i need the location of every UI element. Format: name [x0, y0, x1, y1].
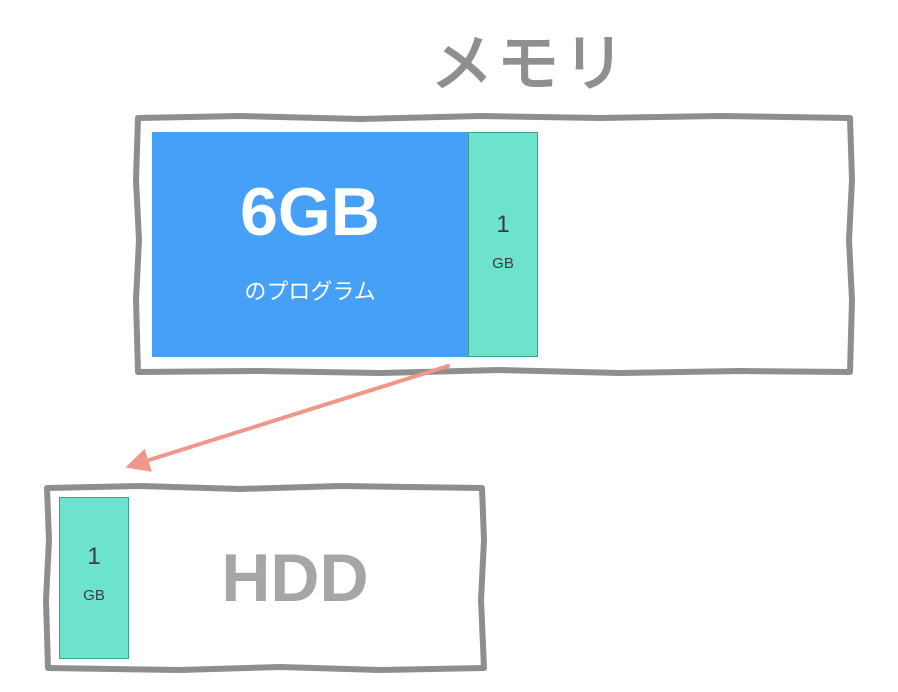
memory-chunk-number: 1: [496, 211, 510, 238]
program-caption: のプログラム: [244, 280, 376, 305]
hdd-chunk-unit: GB: [83, 587, 105, 604]
program-block: 6GB のプログラム: [152, 132, 468, 357]
hdd-chunk-number: 1: [87, 543, 101, 570]
memory-title: メモリ: [430, 27, 629, 100]
hdd-chunk-block: 1 GB: [59, 497, 129, 659]
memory-chunk-unit: GB: [492, 255, 514, 272]
hdd-label: HDD: [221, 540, 369, 616]
memory-chunk-block: 1 GB: [468, 132, 538, 357]
program-size-label: 6GB: [240, 174, 380, 250]
swap-out-arrow: [125, 364, 450, 472]
